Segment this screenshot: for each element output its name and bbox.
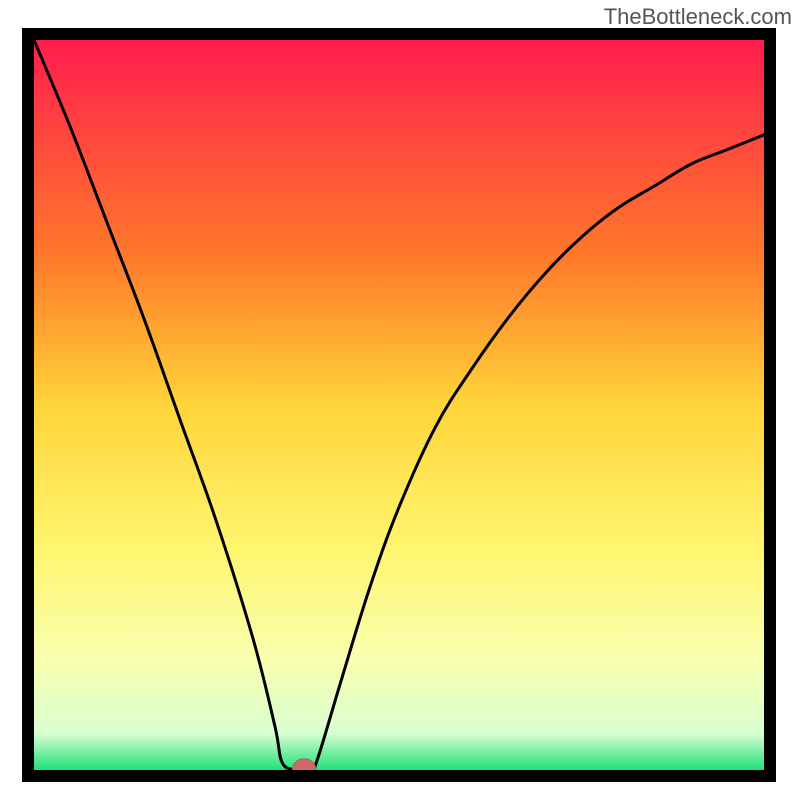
plot-area (28, 34, 770, 781)
plot-frame (22, 28, 776, 782)
gradient-background (34, 40, 764, 770)
chart-svg (22, 28, 776, 782)
watermark-text: TheBottleneck.com (604, 4, 792, 30)
chart-container: TheBottleneck.com (0, 0, 800, 800)
